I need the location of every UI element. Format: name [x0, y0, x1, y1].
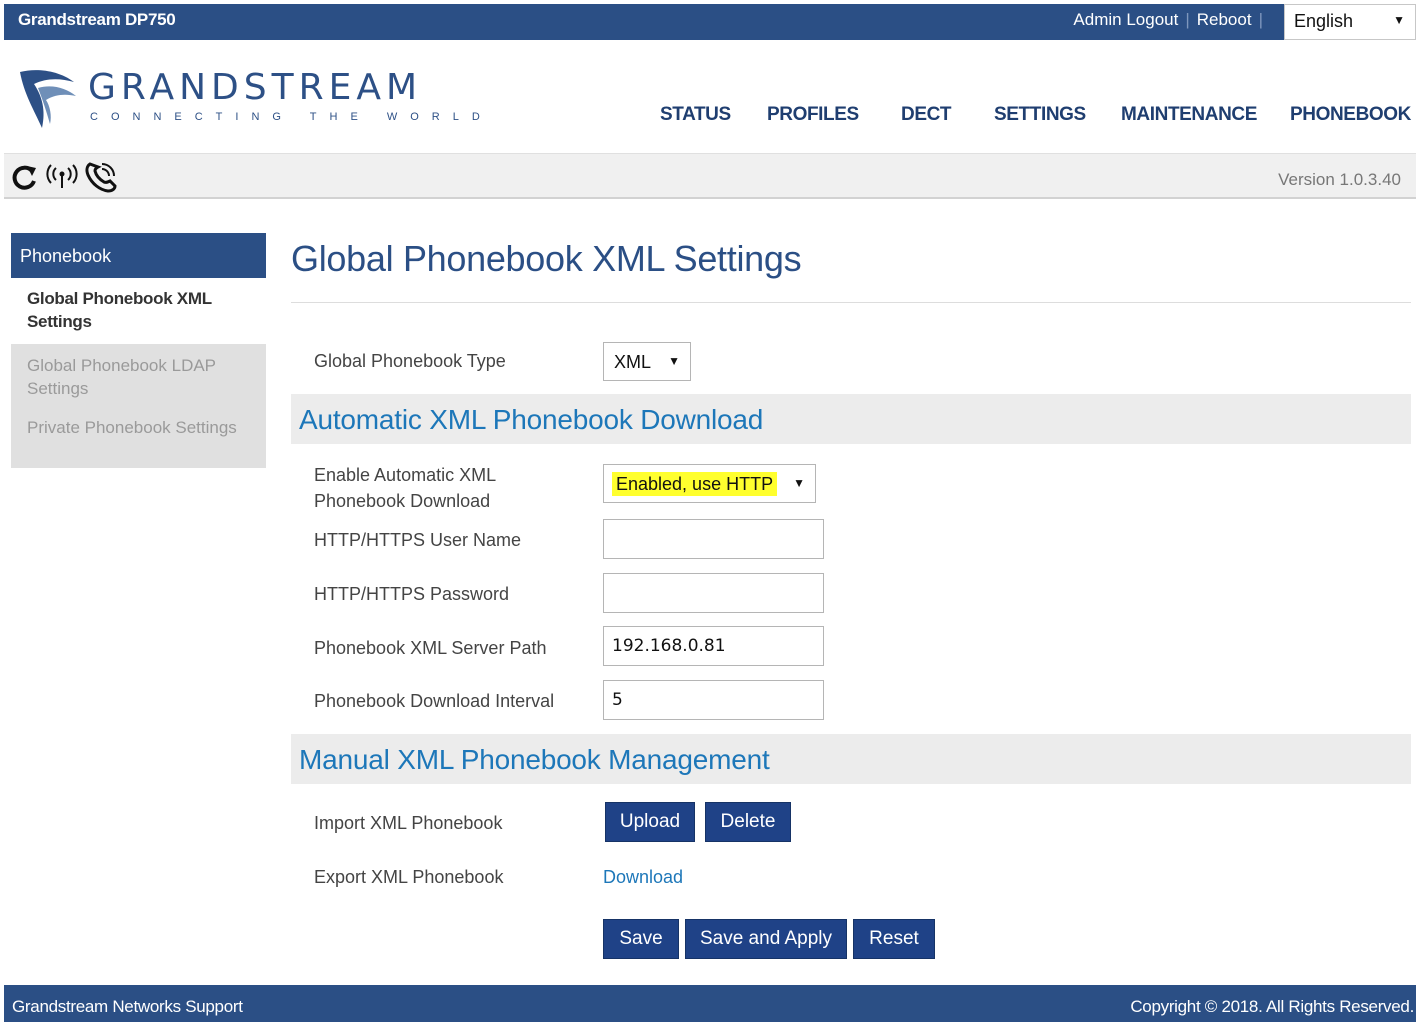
refresh-icon[interactable] [10, 162, 40, 192]
delete-button[interactable]: Delete [705, 802, 791, 842]
sidebar-item-global-xml[interactable]: Global Phonebook XML Settings [11, 278, 266, 344]
nav-status[interactable]: STATUS [660, 104, 731, 126]
manual-management-section-title: Manual XML Phonebook Management [299, 744, 770, 775]
save-and-apply-button[interactable]: Save and Apply [685, 919, 847, 959]
auto-download-section-header: Automatic XML Phonebook Download [291, 394, 1411, 444]
device-model: Grandstream DP750 [18, 10, 176, 29]
status-icons [10, 160, 118, 194]
logo-wordmark: GRANDSTREAM [88, 67, 423, 108]
import-label: Import XML Phonebook [314, 813, 503, 833]
download-link[interactable]: Download [603, 867, 683, 888]
firmware-version: Version 1.0.3.40 [1278, 170, 1401, 189]
reboot-link[interactable]: Reboot [1197, 10, 1252, 30]
nav-dect[interactable]: DECT [901, 104, 952, 126]
main-content: Global Phonebook XML Settings Global Pho… [291, 238, 1411, 959]
title-divider [291, 302, 1411, 303]
main-nav: STATUS PROFILES DECT SETTINGS MAINTENANC… [0, 104, 1424, 128]
server-path-input[interactable] [603, 626, 824, 666]
top-bar: Grandstream DP750 Admin Logout | Reboot … [4, 4, 1416, 40]
enable-auto-field: Enabled, use HTTP ▼ [603, 464, 816, 503]
enable-auto-select[interactable]: Enabled, use HTTP ▼ [603, 464, 816, 503]
username-field [603, 519, 824, 559]
nav-maintenance[interactable]: MAINTENANCE [1121, 104, 1257, 126]
sidebar-item-private-phonebook[interactable]: Private Phonebook Settings [11, 406, 266, 468]
server-path-label: Phonebook XML Server Path [314, 638, 547, 658]
sidebar-header[interactable]: Phonebook [11, 233, 266, 278]
auto-download-section-title: Automatic XML Phonebook Download [299, 404, 764, 435]
password-label: HTTP/HTTPS Password [314, 584, 510, 604]
nav-profiles[interactable]: PROFILES [767, 104, 859, 126]
admin-logout-link[interactable]: Admin Logout [1073, 10, 1178, 30]
link-separator: | [1258, 10, 1263, 29]
password-input[interactable] [603, 573, 824, 613]
server-path-field [603, 626, 824, 666]
page-title: Global Phonebook XML Settings [291, 238, 802, 279]
manual-management-section-header: Manual XML Phonebook Management [291, 734, 1411, 784]
password-field [603, 573, 824, 613]
phone-call-icon [85, 162, 117, 193]
top-links: Admin Logout | Reboot | [1073, 10, 1270, 30]
dropdown-arrow-icon: ▼ [1393, 13, 1405, 27]
status-toolbar: Version 1.0.3.40 [4, 153, 1416, 199]
dropdown-arrow-icon: ▼ [668, 354, 680, 368]
support-link[interactable]: Grandstream Networks Support [12, 997, 243, 1017]
interval-label: Phonebook Download Interval [314, 691, 555, 711]
username-input[interactable] [603, 519, 824, 559]
enable-auto-label: Enable Automatic XML Phonebook Download [314, 465, 496, 511]
footer: Grandstream Networks Support Copyright ©… [4, 985, 1416, 1022]
wireless-signal-icon [46, 164, 78, 188]
language-value: English [1294, 11, 1354, 31]
link-separator: | [1185, 10, 1190, 29]
export-label: Export XML Phonebook [314, 867, 504, 887]
dropdown-arrow-icon: ▼ [793, 476, 805, 490]
reset-button[interactable]: Reset [853, 919, 935, 959]
enable-auto-value: Enabled, use HTTP [612, 472, 778, 496]
sidebar-item-global-ldap[interactable]: Global Phonebook LDAP Settings [11, 344, 266, 406]
language-select[interactable]: English ▼ [1284, 4, 1416, 40]
phonebook-type-field: XML ▼ [603, 342, 691, 381]
interval-input[interactable] [603, 680, 824, 720]
save-button[interactable]: Save [603, 919, 679, 959]
phonebook-type-select[interactable]: XML ▼ [603, 342, 691, 381]
sidebar: Phonebook Global Phonebook XML Settings … [11, 233, 266, 468]
phonebook-type-value: XML [614, 352, 652, 372]
upload-button[interactable]: Upload [605, 802, 695, 842]
nav-settings[interactable]: SETTINGS [994, 104, 1086, 126]
nav-phonebook[interactable]: PHONEBOOK [1290, 104, 1411, 126]
copyright-text: Copyright © 2018. All Rights Reserved. [1130, 997, 1414, 1016]
phonebook-type-label: Global Phonebook Type [314, 351, 506, 371]
username-label: HTTP/HTTPS User Name [314, 530, 522, 550]
interval-field [603, 680, 824, 720]
